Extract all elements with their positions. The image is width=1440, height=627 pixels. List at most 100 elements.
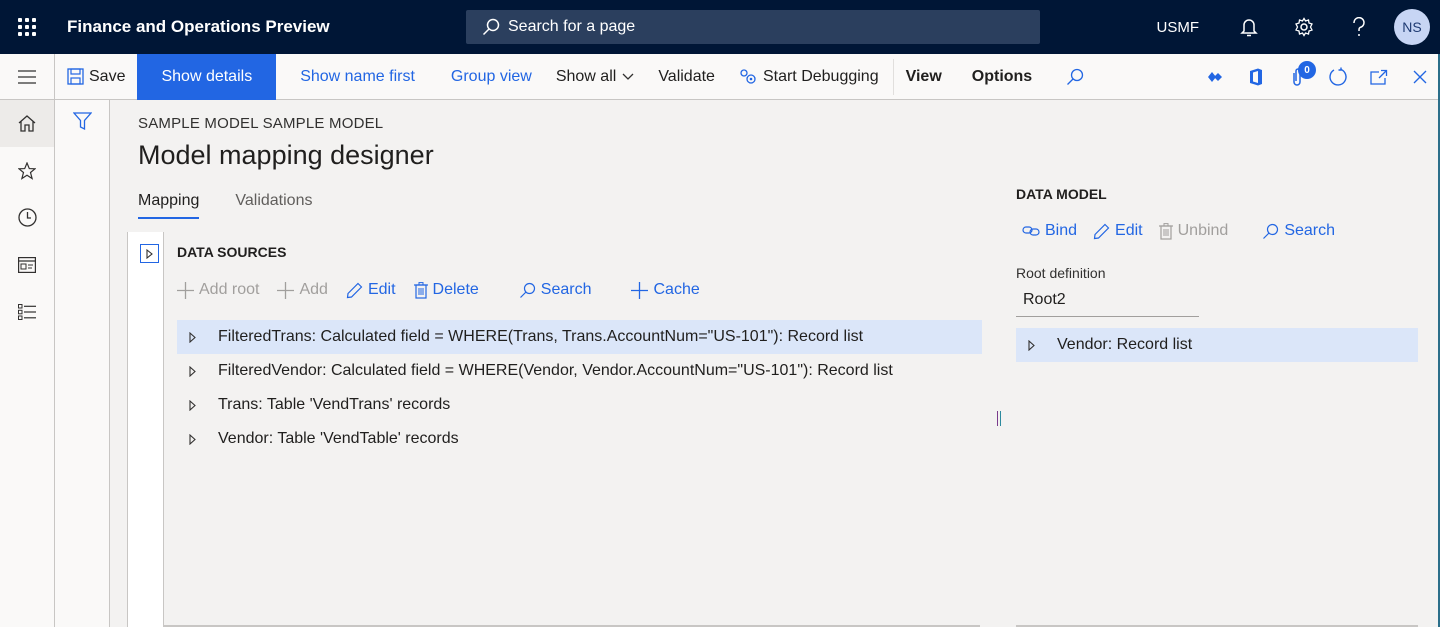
search-icon [482, 18, 500, 36]
open-new-window-button[interactable] [1358, 54, 1399, 100]
tree-item-vendor-record-list[interactable]: Vendor: Record list [1016, 328, 1418, 362]
help-button[interactable] [1331, 0, 1386, 54]
refresh-icon [1328, 67, 1347, 86]
bell-icon [1239, 19, 1258, 37]
left-navigation [0, 100, 55, 627]
action-pane: Save Show details Show name first Group … [0, 53, 1440, 100]
company-picker[interactable]: USMF [1157, 19, 1200, 36]
data-sources-toolbar: Add root Add Edit Delete Search Cache [177, 279, 718, 301]
show-all-dropdown[interactable]: Show all [544, 54, 646, 100]
data-sources-side-strip [127, 232, 164, 627]
expand-caret-icon[interactable] [189, 399, 218, 411]
question-icon [1352, 17, 1365, 36]
clock-icon [17, 208, 37, 227]
app-launcher-button[interactable] [0, 0, 54, 54]
validate-button[interactable]: Validate [646, 54, 727, 100]
delete-button[interactable]: Delete [413, 279, 479, 301]
tree-item-label: FilteredTrans: Calculated field = WHERE(… [218, 328, 864, 345]
cache-label: Cache [653, 281, 700, 298]
unbind-button[interactable]: Unbind [1158, 220, 1228, 242]
plus-icon [631, 281, 649, 299]
data-model-search-button[interactable]: Search [1262, 220, 1335, 242]
view-tab[interactable]: View [894, 54, 954, 100]
search-icon [1067, 68, 1084, 85]
tab-validations[interactable]: Validations [235, 192, 312, 219]
nav-modules[interactable] [0, 288, 54, 335]
save-button[interactable]: Save [55, 54, 137, 100]
pop-out-icon [1369, 69, 1387, 85]
edit-label: Edit [1115, 222, 1143, 239]
tab-mapping[interactable]: Mapping [138, 192, 200, 219]
expand-caret-icon[interactable] [189, 331, 218, 343]
add-root-button[interactable]: Add root [177, 279, 259, 301]
data-sources-tree: FilteredTrans: Calculated field = WHERE(… [177, 320, 982, 456]
nav-favorites[interactable] [0, 147, 54, 194]
expand-caret-icon[interactable] [189, 365, 218, 377]
tree-item-trans[interactable]: Trans: Table 'VendTrans' records [177, 388, 982, 422]
star-icon [18, 161, 36, 180]
edit-button[interactable]: Edit [346, 279, 396, 301]
notifications-button[interactable] [1221, 0, 1276, 54]
link-icon [1022, 226, 1040, 236]
pane-splitter-handle[interactable] [997, 411, 1001, 426]
expand-caret-icon[interactable] [189, 433, 218, 445]
navigation-menu-button[interactable] [0, 53, 55, 100]
chevron-down-icon [622, 73, 634, 80]
add-button[interactable]: Add [277, 279, 328, 301]
waffle-icon [18, 18, 36, 36]
office-button[interactable] [1235, 54, 1276, 100]
search-label: Search [540, 281, 592, 298]
plus-icon [177, 281, 194, 299]
search-placeholder: Search for a page [508, 18, 636, 35]
trash-icon [1158, 222, 1173, 240]
data-model-header: DATA MODEL [1016, 186, 1107, 202]
home-icon [18, 115, 36, 132]
power-apps-button[interactable] [1194, 54, 1235, 100]
tab-strip: Mapping Validations [138, 192, 348, 219]
hamburger-icon [18, 69, 36, 84]
show-details-button[interactable]: Show details [137, 53, 277, 100]
tree-item-filtered-vendor[interactable]: FilteredVendor: Calculated field = WHERE… [177, 354, 982, 388]
attachments-count-badge: 0 [1298, 61, 1316, 79]
nav-home[interactable] [0, 100, 54, 147]
nav-workspaces[interactable] [0, 241, 54, 288]
expand-panel-button[interactable] [140, 244, 159, 263]
top-navigation-bar: Finance and Operations Preview Search fo… [0, 0, 1440, 54]
pencil-icon [1093, 223, 1110, 239]
user-avatar[interactable]: NS [1394, 9, 1430, 45]
pencil-icon [346, 282, 363, 298]
attachments-button[interactable]: 0 [1276, 54, 1317, 100]
edit-binding-button[interactable]: Edit [1093, 220, 1143, 242]
root-definition-field[interactable]: Root2 [1016, 286, 1199, 317]
plus-icon [277, 281, 295, 299]
filter-pane [55, 100, 110, 627]
workspace-icon [18, 256, 36, 273]
show-name-first-button[interactable]: Show name first [288, 54, 427, 100]
tree-item-vendor[interactable]: Vendor: Table 'VendTable' records [177, 422, 982, 456]
tree-item-filtered-trans[interactable]: FilteredTrans: Calculated field = WHERE(… [177, 320, 982, 354]
close-button[interactable] [1399, 54, 1440, 100]
caret-right-icon [146, 248, 153, 259]
settings-button[interactable] [1276, 0, 1331, 54]
search-button[interactable]: Search [519, 279, 592, 301]
nav-recent[interactable] [0, 194, 54, 241]
filter-icon[interactable] [72, 112, 92, 130]
refresh-button[interactable] [1317, 54, 1358, 100]
list-icon [18, 303, 36, 320]
data-model-toolbar: Bind Edit Unbind Search [1022, 220, 1351, 242]
save-icon [67, 68, 84, 85]
group-view-button[interactable]: Group view [439, 54, 544, 100]
add-root-label: Add root [199, 281, 260, 298]
page-caption: SAMPLE MODEL SAMPLE MODEL [138, 115, 384, 132]
page-title: Model mapping designer [138, 140, 434, 170]
close-icon [1413, 70, 1426, 84]
options-tab[interactable]: Options [960, 54, 1044, 100]
search-icon [519, 282, 535, 298]
bind-label: Bind [1045, 222, 1078, 239]
action-search-button[interactable] [1054, 54, 1101, 100]
cache-button[interactable]: Cache [631, 279, 700, 301]
page-search-input[interactable]: Search for a page [466, 10, 1040, 44]
expand-caret-icon[interactable] [1028, 339, 1057, 351]
bind-button[interactable]: Bind [1022, 220, 1077, 242]
start-debugging-button[interactable]: Start Debugging [727, 54, 891, 100]
